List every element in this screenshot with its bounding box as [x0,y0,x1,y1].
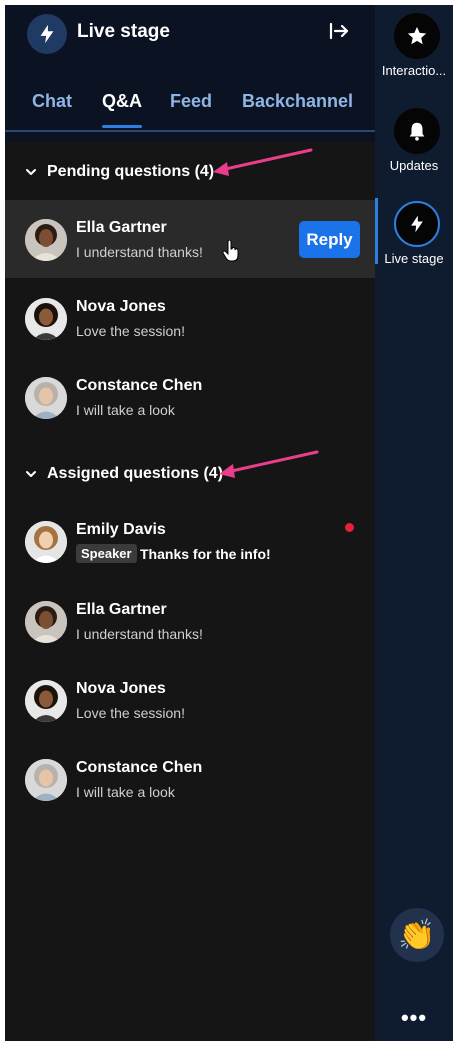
question-text: I understand thanks! [76,244,203,260]
unread-indicator [345,523,354,532]
lightning-icon [27,14,67,54]
speaker-badge: Speaker [76,544,137,563]
question-text: I will take a look [76,402,175,418]
clap-icon[interactable]: 👏 [390,908,444,962]
question-row[interactable]: Constance Chen I will take a look [5,740,375,818]
active-tab-indicator [102,125,142,128]
tab-qa[interactable]: Q&A [102,91,142,112]
pending-questions-heading: Pending questions (4) [47,163,215,180]
rail-item-live-stage[interactable]: Live stage [375,193,453,273]
live-stage-panel: Live stage Chat Q&A Feed Backchannel Pen… [5,5,375,1041]
asker-name: Constance Chen [76,377,203,394]
avatar [25,521,67,563]
question-text: Love the session! [76,323,185,339]
avatar [25,219,67,261]
annotation-arrow [219,450,319,478]
asker-name: Ella Gartner [76,601,167,618]
reply-button[interactable]: Reply [299,221,360,258]
more-options-icon[interactable]: ••• [375,1005,453,1031]
asker-name: Emily Davis [76,521,166,538]
chevron-down-icon [26,471,36,477]
asker-name: Constance Chen [76,759,203,776]
rail-item-interactions[interactable]: Interactio... [375,5,453,85]
star-icon [394,13,440,59]
pending-questions-toggle[interactable]: Pending questions (4) [25,163,214,181]
question-text: I understand thanks! [76,626,203,642]
avatar [25,759,67,801]
question-text: Thanks for the info! [140,546,271,562]
panel-title: Live stage [77,21,170,42]
asker-name: Ella Gartner [76,219,167,236]
tab-feed[interactable]: Feed [170,91,212,112]
side-rail: Interactio... Updates Live stage 👏 ••• [375,5,453,1041]
question-row[interactable]: Ella Gartner I understand thanks! Reply [5,200,375,278]
question-text: I will take a look [76,784,175,800]
question-row[interactable]: Nova Jones Love the session! [5,661,375,739]
asker-name: Nova Jones [76,298,166,315]
avatar [25,680,67,722]
asker-name: Nova Jones [76,680,166,697]
rail-item-label: Interactio... [381,63,447,78]
tab-bar: Chat Q&A Feed Backchannel [5,87,375,131]
assigned-questions-heading: Assigned questions (4) [47,465,224,482]
lightning-icon [394,201,440,247]
rail-item-label: Live stage [384,251,444,266]
rail-item-label: Updates [389,158,439,173]
question-row[interactable]: Ella Gartner I understand thanks! [5,582,375,660]
avatar [25,377,67,419]
assigned-questions-toggle[interactable]: Assigned questions (4) [25,465,223,483]
avatar [25,601,67,643]
tab-backchannel[interactable]: Backchannel [242,91,353,112]
question-row[interactable]: Emily Davis Speaker Thanks for the info! [5,502,375,580]
rail-item-updates[interactable]: Updates [375,100,453,180]
tab-chat[interactable]: Chat [32,91,72,112]
annotation-arrow [213,148,313,176]
avatar [25,298,67,340]
chevron-down-icon [26,169,36,175]
panel-header: Live stage Chat Q&A Feed Backchannel [5,5,375,142]
hand-cursor-icon [222,240,239,262]
question-row[interactable]: Constance Chen I will take a look [5,358,375,436]
collapse-panel-icon[interactable] [327,19,351,43]
question-text: Love the session! [76,705,185,721]
header-divider [5,130,375,132]
bell-icon [394,108,440,154]
app-frame: Live stage Chat Q&A Feed Backchannel Pen… [5,5,453,1041]
question-row[interactable]: Nova Jones Love the session! [5,279,375,357]
